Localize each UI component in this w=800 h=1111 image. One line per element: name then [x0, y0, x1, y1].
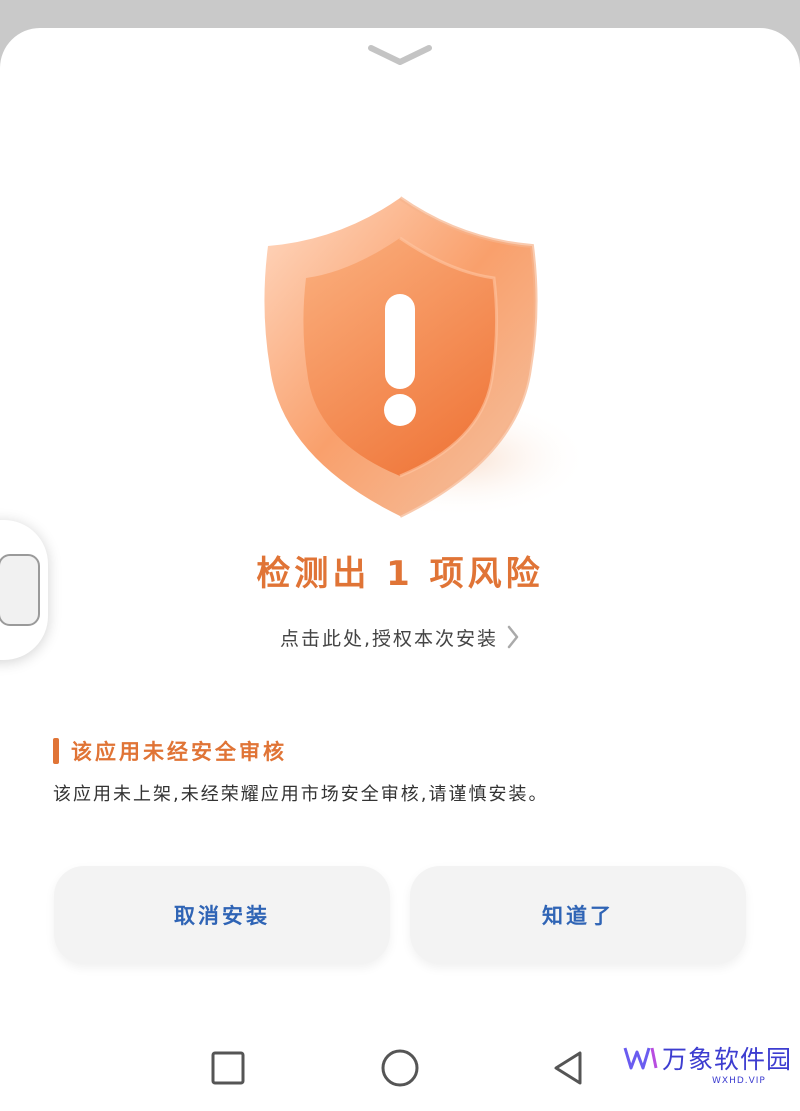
chevron-down-icon: [368, 45, 432, 65]
chevron-right-icon: [507, 625, 519, 649]
section-description: 该应用未上架,未经荣耀应用市场安全审核,请谨慎安装。: [53, 784, 549, 805]
watermark-name: 万象软件园: [662, 1045, 793, 1074]
recent-apps-button[interactable]: [200, 1040, 256, 1096]
floating-app-widget[interactable]: [0, 520, 48, 660]
risk-title: 检测出 1 项风险: [256, 554, 544, 594]
watermark: 万象软件园 WXHD.VIP: [622, 1040, 794, 1104]
floating-app-icon: [0, 554, 40, 626]
authorize-install-link[interactable]: 点击此处,授权本次安装: [0, 620, 800, 654]
triangle-back-icon: [554, 1051, 582, 1085]
watermark-logo-icon: [623, 1047, 658, 1070]
back-button[interactable]: [540, 1040, 596, 1096]
acknowledge-button[interactable]: 知道了: [410, 866, 746, 964]
authorize-link-label: 点击此处,授权本次安装: [279, 627, 499, 650]
cancel-install-button[interactable]: 取消安装: [54, 866, 390, 964]
sheet-handle[interactable]: [365, 40, 435, 70]
square-icon: [211, 1051, 245, 1085]
section-title: 该应用未经安全审核: [71, 740, 287, 764]
watermark-url: WXHD.VIP: [712, 1076, 766, 1086]
circle-icon: [381, 1049, 419, 1087]
home-button[interactable]: [372, 1040, 428, 1096]
shield-warning-icon: [230, 158, 590, 528]
section-header: 该应用未经安全审核: [53, 736, 287, 766]
install-warning-sheet: 检测出 1 项风险 点击此处,授权本次安装 该应用未经安全审核 该应用未上架,未…: [0, 28, 800, 1111]
section-accent-bar: [53, 738, 59, 764]
